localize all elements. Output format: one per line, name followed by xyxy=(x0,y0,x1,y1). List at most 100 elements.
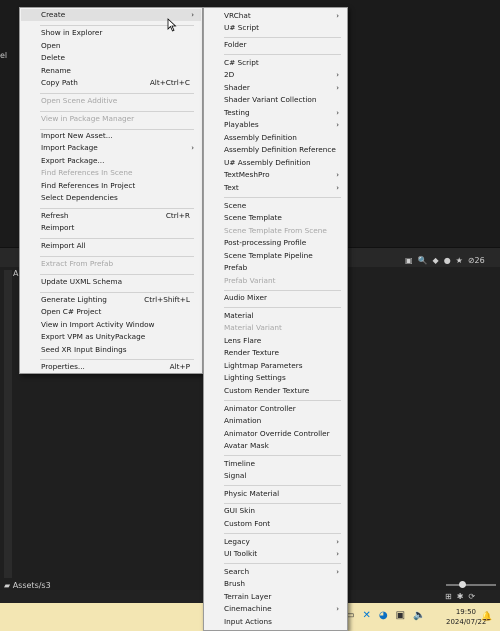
asset-path-breadcrumb: ▰ Assets/s3 xyxy=(4,581,51,590)
network-icon[interactable]: ⊞ xyxy=(445,592,452,601)
menu-item-reimport-all[interactable]: Reimport All xyxy=(21,240,201,252)
menu-item-import-package[interactable]: Import Package › xyxy=(21,142,201,154)
submenu-item-assembly-definition[interactable]: Assembly Definition xyxy=(205,132,346,144)
submenu-item-scene-template-from-scene: Scene Template From Scene xyxy=(224,226,327,235)
slider-track xyxy=(446,584,496,586)
submenu-item-search[interactable]: Search › xyxy=(205,566,346,578)
menu-item-open-csharp-project[interactable]: Open C# Project xyxy=(21,306,201,318)
submenu-item-lighting-settings[interactable]: Lighting Settings xyxy=(205,372,346,384)
submenu-item-animator-controller[interactable]: Animator Controller xyxy=(205,403,346,415)
submenu-item-animator-override-controller[interactable]: Animator Override Controller xyxy=(205,428,346,440)
submenu-item-shader-variant-collection[interactable]: Shader Variant Collection xyxy=(205,94,346,106)
submenu-item-ui-toolkit[interactable]: UI Toolkit › xyxy=(205,548,346,560)
submenu-item-folder[interactable]: Folder xyxy=(205,39,346,51)
project-tree-scrollbar[interactable] xyxy=(4,270,12,578)
edge-icon[interactable]: ◕ xyxy=(379,610,388,621)
submenu-item-render-texture[interactable]: Render Texture xyxy=(205,347,346,359)
menu-item-delete[interactable]: Delete xyxy=(21,52,201,64)
menu-separator xyxy=(40,93,194,94)
submenu-item-vrchat[interactable]: VRChat › xyxy=(205,10,346,22)
submenu-item-csharp-script[interactable]: C# Script xyxy=(205,57,346,69)
star-icon[interactable]: ★ xyxy=(456,256,463,265)
menu-item-refresh[interactable]: Refresh Ctrl+R xyxy=(21,210,201,222)
submenu-item-lens-flare[interactable]: Lens Flare xyxy=(205,335,346,347)
chevron-right-icon: › xyxy=(336,538,339,546)
sync-icon[interactable]: ⟳ xyxy=(468,592,475,601)
submenu-item-post-processing-profile[interactable]: Post-processing Profile xyxy=(205,237,346,249)
submenu-item-legacy[interactable]: Legacy › xyxy=(205,536,346,548)
submenu-item-testing[interactable]: Testing › xyxy=(205,107,346,119)
submenu-item-shader[interactable]: Shader › xyxy=(205,82,346,94)
slider-knob[interactable] xyxy=(459,581,466,588)
submenu-item-avatar-mask[interactable]: Avatar Mask xyxy=(205,440,346,452)
layers-icon[interactable]: ▣ xyxy=(405,256,413,265)
chevron-right-icon: › xyxy=(336,109,339,117)
menu-item-generate-lighting[interactable]: Generate Lighting Ctrl+Shift+L xyxy=(21,294,201,306)
menu-item-update-uxml-schema[interactable]: Update UXML Schema xyxy=(21,276,201,288)
submenu-item-textmeshpro[interactable]: TextMeshPro › xyxy=(205,169,346,181)
tag-icon[interactable]: ◆ xyxy=(433,256,439,265)
submenu-item-text[interactable]: Text › xyxy=(205,182,346,194)
notification-bell-icon[interactable]: 🔔 xyxy=(481,612,492,622)
chevron-right-icon: › xyxy=(191,144,194,152)
shortcut-label: Ctrl+R xyxy=(165,211,190,220)
menu-item-copy-path[interactable]: Copy Path Alt+Ctrl+C xyxy=(21,77,201,89)
menu-item-export-package[interactable]: Export Package... xyxy=(21,155,201,167)
folder-icon: ▰ xyxy=(4,581,11,590)
submenu-item-terrain-layer[interactable]: Terrain Layer xyxy=(205,591,346,603)
menu-item-open[interactable]: Open xyxy=(21,40,201,52)
submenu-item-custom-render-texture[interactable]: Custom Render Texture xyxy=(205,385,346,397)
submenu-item-lightmap-parameters[interactable]: Lightmap Parameters xyxy=(205,360,346,372)
chevron-right-icon: › xyxy=(336,84,339,92)
context-menu: Create › Show in Explorer Open Delete Ren… xyxy=(19,7,203,374)
submenu-item-usharp-script[interactable]: U# Script xyxy=(205,22,346,34)
submenu-item-cinemachine[interactable]: Cinemachine › xyxy=(205,603,346,615)
chevron-right-icon: › xyxy=(336,550,339,558)
menu-separator xyxy=(224,400,341,401)
menu-item-seed-xr-input-bindings[interactable]: Seed XR Input Bindings xyxy=(21,344,201,356)
chevron-right-icon: › xyxy=(336,121,339,129)
submenu-item-timeline[interactable]: Timeline xyxy=(205,458,346,470)
clock-time: 19:50 xyxy=(455,608,476,616)
menu-item-rename[interactable]: Rename xyxy=(21,65,201,77)
system-tray: ▭ ✕ ◕ ▣ 🔈 xyxy=(345,610,425,621)
taskbar-clock[interactable]: 19:50 2024/07/22 xyxy=(446,607,486,627)
truncated-panel-label: el xyxy=(0,51,8,60)
submenu-item-prefab[interactable]: Prefab xyxy=(205,262,346,274)
menu-item-view-in-import-activity-window[interactable]: View in Import Activity Window xyxy=(21,319,201,331)
shortcut-label: Alt+Ctrl+C xyxy=(149,78,190,87)
submenu-item-animation[interactable]: Animation xyxy=(205,415,346,427)
submenu-item-input-actions[interactable]: Input Actions xyxy=(205,616,346,628)
submenu-item-scene[interactable]: Scene xyxy=(205,200,346,212)
submenu-item-physic-material[interactable]: Physic Material xyxy=(205,488,346,500)
submenu-item-scene-template[interactable]: Scene Template xyxy=(205,212,346,224)
menu-item-reimport[interactable]: Reimport xyxy=(21,222,201,234)
submenu-item-2d[interactable]: 2D › xyxy=(205,69,346,81)
create-submenu: VRChat › U# Script Folder C# Script 2D › S… xyxy=(203,7,348,631)
submenu-item-material[interactable]: Material xyxy=(205,310,346,322)
submenu-item-audio-mixer[interactable]: Audio Mixer xyxy=(205,292,346,304)
submenu-item-custom-font[interactable]: Custom Font xyxy=(205,518,346,530)
menu-item-select-dependencies[interactable]: Select Dependencies xyxy=(21,192,201,204)
submenu-item-usharp-assembly-definition[interactable]: U# Assembly Definition xyxy=(205,157,346,169)
display-icon[interactable]: ▣ xyxy=(396,610,405,621)
submenu-item-signal[interactable]: Signal xyxy=(205,470,346,482)
close-x-icon[interactable]: ✕ xyxy=(362,610,370,621)
info-icon[interactable]: ● xyxy=(444,256,451,265)
menu-item-view-in-package-manager: View in Package Manager xyxy=(41,114,135,123)
volume-icon[interactable]: 🔈 xyxy=(413,610,425,621)
menu-item-find-references-in-project[interactable]: Find References In Project xyxy=(21,180,201,192)
submenu-item-brush[interactable]: Brush xyxy=(205,578,346,590)
hidden-count-icon[interactable]: ⊘26 xyxy=(468,256,485,265)
submenu-item-scene-template-pipeline[interactable]: Scene Template Pipeline xyxy=(205,250,346,262)
submenu-item-gui-skin[interactable]: GUI Skin xyxy=(205,505,346,517)
submenu-item-assembly-definition-reference[interactable]: Assembly Definition Reference xyxy=(205,144,346,156)
asset-path-label[interactable]: Assets/s3 xyxy=(13,581,51,590)
menu-item-export-vpm-as-unitypackage[interactable]: Export VPM as UnityPackage xyxy=(21,331,201,343)
menu-item-import-new-asset[interactable]: Import New Asset... xyxy=(21,130,201,142)
bug-icon[interactable]: ✱ xyxy=(457,592,464,601)
search-filter-icon[interactable]: 🔍 xyxy=(418,256,428,265)
icon-size-slider[interactable] xyxy=(446,581,496,588)
menu-item-properties[interactable]: Properties... Alt+P xyxy=(21,361,201,373)
submenu-item-playables[interactable]: Playables › xyxy=(205,119,346,131)
